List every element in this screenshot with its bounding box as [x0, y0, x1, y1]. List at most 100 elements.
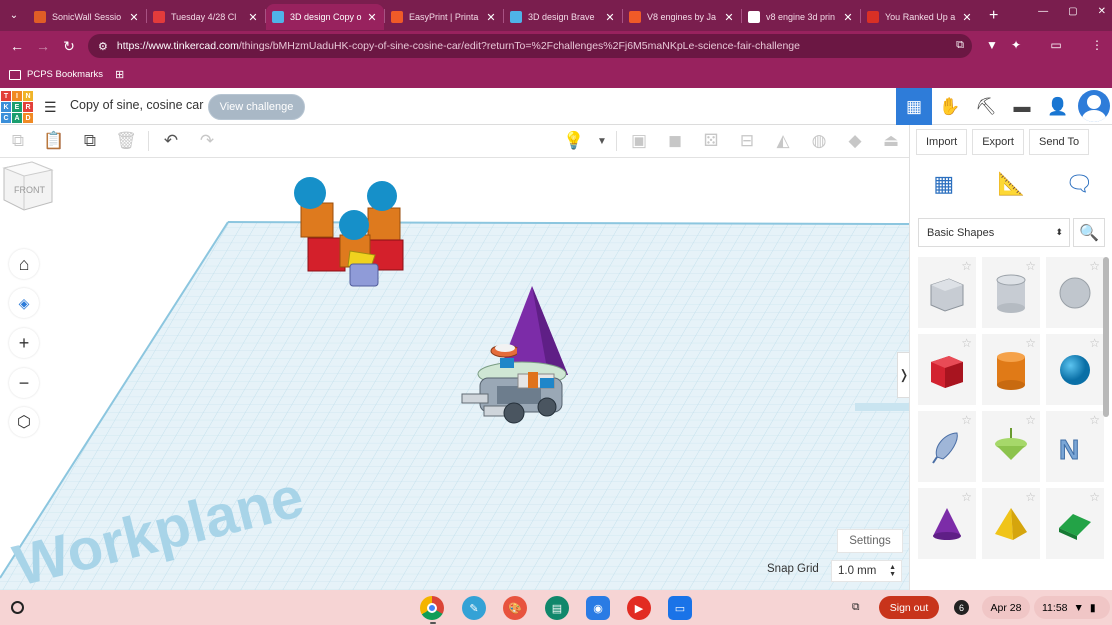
tab-close-icon[interactable]: ✕ — [128, 11, 140, 24]
tab-close-icon[interactable]: ✕ — [604, 11, 616, 24]
cruise-icon[interactable]: ◍ — [801, 131, 837, 151]
search-icon[interactable]: 🔍 — [1073, 218, 1105, 247]
blocks-hand-icon[interactable]: ✋ — [932, 88, 968, 125]
palette-app-icon[interactable]: 🎨 — [503, 596, 527, 620]
group-icon[interactable]: ▣ — [621, 131, 657, 151]
view-cube[interactable]: FRONT — [0, 158, 56, 214]
screen-capture-icon[interactable]: ⧉ — [852, 596, 860, 619]
shape-box-hole[interactable]: ☆ — [918, 257, 976, 328]
align-icon[interactable]: ⊟ — [729, 131, 765, 151]
tab-close-icon[interactable]: ✕ — [366, 11, 378, 24]
tab-close-icon[interactable]: ✕ — [723, 11, 735, 24]
paste-icon[interactable]: 📋 — [36, 131, 72, 151]
canvas-app-icon[interactable]: ✎ — [462, 596, 486, 620]
zoom-out-icon[interactable]: − — [9, 368, 39, 398]
fit-view-icon[interactable]: ◈ — [9, 288, 39, 318]
shape-library-select[interactable]: Basic Shapes ⬍ — [918, 218, 1070, 247]
shapes-scrollbar[interactable] — [1103, 257, 1109, 417]
browser-tab[interactable]: v8 engine 3d prin ✕ — [742, 4, 860, 30]
files-app-icon[interactable]: ▭ — [668, 596, 692, 620]
zoom-in-icon[interactable]: + — [9, 328, 39, 358]
shape-sphere-hole[interactable]: ☆ — [1046, 257, 1104, 328]
tinkercad-logo[interactable]: TIN KER CAD — [1, 91, 33, 123]
send-to-button[interactable]: Send To — [1028, 129, 1090, 155]
shape-pyramid[interactable]: ☆ — [982, 488, 1040, 559]
home-view-icon[interactable]: ⌂ — [9, 249, 39, 279]
undo-icon[interactable]: ↶ — [153, 131, 189, 151]
settings-button[interactable]: Settings — [837, 529, 903, 553]
tab-close-icon[interactable]: ✕ — [485, 11, 497, 24]
avatar[interactable] — [1078, 90, 1110, 122]
bookmark-folder-pcps[interactable]: PCPS Bookmarks — [27, 69, 103, 80]
shape-cylinder-hole[interactable]: ☆ — [982, 257, 1040, 328]
design-menu-icon[interactable]: ☰ — [44, 99, 57, 116]
browser-tab[interactable]: 3D design Brave ✕ — [504, 4, 622, 30]
favorite-star-icon[interactable]: ☆ — [1025, 336, 1036, 350]
forward-button[interactable]: → — [30, 38, 56, 54]
workplane-icon[interactable]: ▦ — [929, 171, 959, 201]
shield-extension-icon[interactable]: ▼ — [984, 38, 1000, 54]
minimize-icon[interactable]: — — [1038, 6, 1048, 17]
notes-icon[interactable]: 🗨 — [1064, 171, 1094, 201]
workplane-snap-icon[interactable]: ⚄ — [693, 131, 729, 151]
tab-close-icon[interactable]: ✕ — [247, 11, 259, 24]
browser-tab[interactable]: You Ranked Up a ✕ — [861, 4, 979, 30]
shape-paraboloid[interactable]: ☆ — [982, 411, 1040, 482]
browser-tab[interactable]: Tuesday 4/28 Cl ✕ — [147, 4, 265, 30]
browser-tab[interactable]: 3D design Copy o ✕ — [266, 4, 384, 30]
3d-viewport[interactable]: Workplane FRONT ⌂ ◈ + − ⬡ Settings Snap … — [0, 158, 909, 590]
classroom-app-icon[interactable]: ▤ — [545, 596, 569, 620]
extensions-icon[interactable]: ✦ — [1008, 38, 1024, 54]
shape-cone[interactable]: ☆ — [918, 488, 976, 559]
shape-roof[interactable]: ☆ — [1046, 488, 1104, 559]
youtube-app-icon[interactable]: ▶ — [627, 596, 651, 620]
shape-text[interactable]: N ☆ — [1046, 411, 1104, 482]
system-tray[interactable]: 11:58 ▼ ▮ — [1034, 596, 1110, 619]
lightbulb-icon[interactable]: 💡 — [556, 131, 592, 151]
orthographic-view-icon[interactable]: ⬡ — [9, 407, 39, 437]
copy-icon[interactable]: ⧉ — [0, 131, 36, 151]
sign-out-button[interactable]: Sign out — [879, 596, 939, 619]
pickaxe-icon[interactable]: ⛏ — [968, 88, 1004, 125]
duplicate-icon[interactable]: ⧉ — [72, 131, 108, 151]
chrome-app-icon[interactable] — [420, 596, 444, 620]
browser-tab[interactable]: EasyPrint | Printa ✕ — [385, 4, 503, 30]
maximize-icon[interactable]: ▢ — [1068, 6, 1077, 17]
redo-icon[interactable]: ↷ — [189, 131, 225, 151]
delete-icon[interactable]: 🗑 — [108, 131, 144, 151]
ungroup-icon[interactable]: ◼ — [657, 131, 693, 151]
tab-search-icon[interactable]: ⌄ — [0, 2, 28, 30]
view-challenge-button[interactable]: View challenge — [208, 94, 305, 120]
date-display[interactable]: Apr 28 — [982, 596, 1030, 619]
favorite-star-icon[interactable]: ☆ — [1025, 259, 1036, 273]
favorite-star-icon[interactable]: ☆ — [961, 490, 972, 504]
favorite-star-icon[interactable]: ☆ — [961, 336, 972, 350]
favorite-star-icon[interactable]: ☆ — [1025, 413, 1036, 427]
shape-sphere[interactable]: ☆ — [1046, 334, 1104, 405]
import-button[interactable]: Import — [916, 129, 968, 155]
favorite-star-icon[interactable]: ☆ — [1089, 336, 1100, 350]
browser-tab[interactable]: V8 engines by Ja ✕ — [623, 4, 741, 30]
address-bar[interactable]: ⚙ https://www.tinkercad.com/things/bMHzm… — [88, 34, 972, 58]
shape-box[interactable]: ☆ — [918, 334, 976, 405]
apps-grid-icon[interactable]: ⊞ — [115, 68, 124, 81]
shape-scribble[interactable]: ☆ — [918, 411, 976, 482]
export-button[interactable]: Export — [972, 129, 1024, 155]
site-info-icon[interactable]: ⚙ — [98, 40, 108, 53]
notification-badge[interactable]: 6 — [954, 600, 969, 615]
design-title[interactable]: Copy of sine, cosine car — [70, 98, 203, 112]
favorite-star-icon[interactable]: ☆ — [1089, 490, 1100, 504]
dropdown-caret-icon[interactable]: ▼ — [592, 136, 612, 147]
camera-app-icon[interactable]: ◉ — [586, 596, 610, 620]
close-window-icon[interactable]: ✕ — [1098, 6, 1106, 17]
reload-button[interactable]: ↻ — [56, 38, 82, 55]
export-shape-icon[interactable]: ⏏ — [873, 131, 909, 151]
new-tab-button[interactable]: + — [989, 7, 1009, 25]
launcher-icon[interactable] — [11, 601, 24, 614]
favorite-star-icon[interactable]: ☆ — [1089, 413, 1100, 427]
shape-cylinder[interactable]: ☆ — [982, 334, 1040, 405]
back-button[interactable]: ← — [4, 38, 30, 54]
favorite-star-icon[interactable]: ☆ — [1089, 259, 1100, 273]
bricks-icon[interactable]: ▬ — [1004, 88, 1040, 125]
snap-grid-select[interactable]: 1.0 mm ▲ ▼ — [831, 560, 902, 582]
